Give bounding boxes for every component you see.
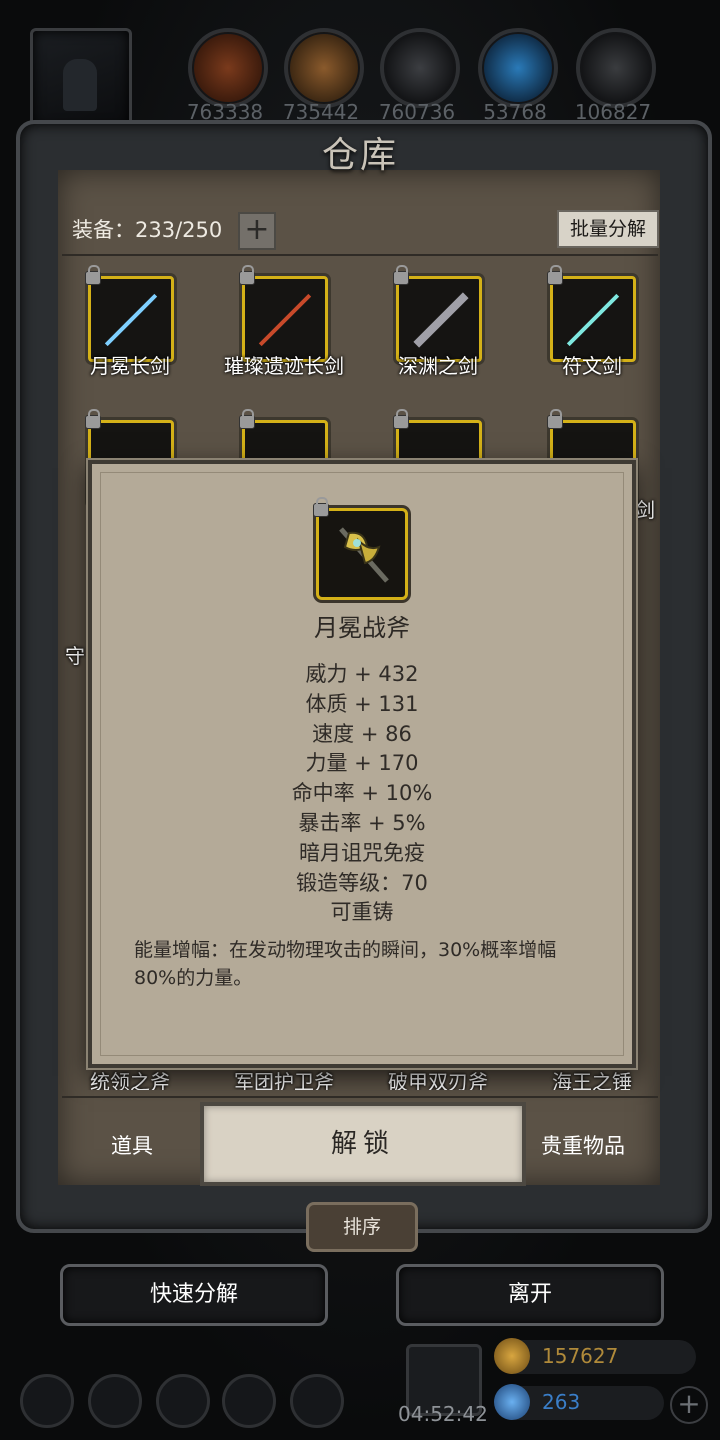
character-portrait[interactable]	[30, 28, 132, 130]
crystal-icon[interactable]	[478, 28, 558, 108]
leather-icon[interactable]	[188, 28, 268, 108]
ore-icon[interactable]	[576, 28, 656, 108]
tab-valuables[interactable]: 贵重物品	[541, 1130, 625, 1160]
add-gems-button[interactable]: +	[670, 1386, 708, 1424]
gold-display: 157627	[494, 1338, 696, 1374]
popup-description: 能量增幅：在发动物理攻击的瞬间，30%概率增幅80%的力量。	[134, 939, 557, 989]
stat-line: 力量 + 170	[305, 751, 419, 776]
item-name: 月冕长剑	[90, 354, 170, 378]
mail-icon[interactable]	[222, 1374, 276, 1428]
item-detail-popup[interactable]: 月冕战斧 威力 + 432 体质 + 131 速度 + 86 力量 + 170 …	[88, 460, 636, 1068]
lock-icon	[239, 265, 255, 285]
gem-icon	[494, 1384, 530, 1420]
item-name: 破甲双刃斧	[388, 1070, 488, 1090]
battle-axe-icon	[339, 527, 389, 583]
sword-icon	[104, 293, 158, 347]
lock-icon	[547, 409, 563, 429]
quick-decompose-button[interactable]: 快速分解	[60, 1264, 328, 1326]
item-name: 海王之锤	[552, 1070, 632, 1090]
item-name: 军团护卫斧	[234, 1070, 334, 1090]
codex-icon[interactable]	[156, 1374, 210, 1428]
greatsword-icon	[413, 292, 469, 348]
gift-timer: 04:52:42	[398, 1402, 488, 1426]
leave-button[interactable]: 离开	[396, 1264, 664, 1326]
unlock-button[interactable]: 解锁	[200, 1102, 526, 1186]
batch-decompose-button[interactable]: 批量分解	[557, 210, 659, 248]
stat-line: 暴击率 + 5%	[298, 810, 426, 835]
stat-line: 可重铸	[330, 900, 394, 925]
lock-icon	[393, 409, 409, 429]
stat-line: 暗月诅咒免疫	[299, 840, 425, 865]
tab-props[interactable]: 道具	[111, 1130, 153, 1160]
longsword-icon	[258, 293, 312, 347]
settings-icon[interactable]	[20, 1374, 74, 1428]
stat-line: 体质 + 131	[305, 691, 419, 716]
popup-item-name: 月冕战斧	[314, 614, 410, 642]
lock-icon	[547, 265, 563, 285]
item-name: 璀璨遗迹长剑	[224, 354, 344, 378]
lock-icon	[85, 409, 101, 429]
achievement-icon[interactable]	[88, 1374, 142, 1428]
stat-line: 威力 + 432	[305, 662, 419, 686]
equipment-capacity: 装备：233/250	[72, 218, 223, 242]
stat-line: 速度 + 86	[312, 721, 412, 746]
expand-capacity-button[interactable]: +	[238, 212, 276, 250]
gem-count: 263	[542, 1390, 581, 1414]
page-title: 仓库	[321, 135, 398, 176]
lock-icon	[85, 265, 101, 285]
popup-stats: 威力 + 432 体质 + 131 速度 + 86 力量 + 170 命中率 +…	[92, 660, 632, 928]
sort-button[interactable]: 排序	[306, 1202, 418, 1252]
stat-line: 命中率 + 10%	[291, 781, 433, 806]
lock-icon	[239, 409, 255, 429]
popup-item-slot	[313, 497, 408, 600]
iron-icon[interactable]	[380, 28, 460, 108]
shop-icon[interactable]	[290, 1374, 344, 1428]
lock-icon	[393, 265, 409, 285]
rune-sword-icon	[566, 293, 620, 347]
divider	[62, 254, 658, 256]
gold-coin-icon	[494, 1338, 530, 1374]
item-name: 统领之斧	[90, 1070, 170, 1090]
wood-icon[interactable]	[284, 28, 364, 108]
stat-line: 锻造等级：70	[296, 870, 428, 895]
lock-icon	[313, 497, 329, 517]
gem-display: 263	[494, 1384, 664, 1420]
item-name: 符文剑	[562, 354, 622, 378]
item-name: 深渊之剑	[398, 354, 478, 378]
character-silhouette	[63, 59, 97, 111]
divider	[62, 1096, 658, 1098]
gold-count: 157627	[542, 1344, 619, 1368]
